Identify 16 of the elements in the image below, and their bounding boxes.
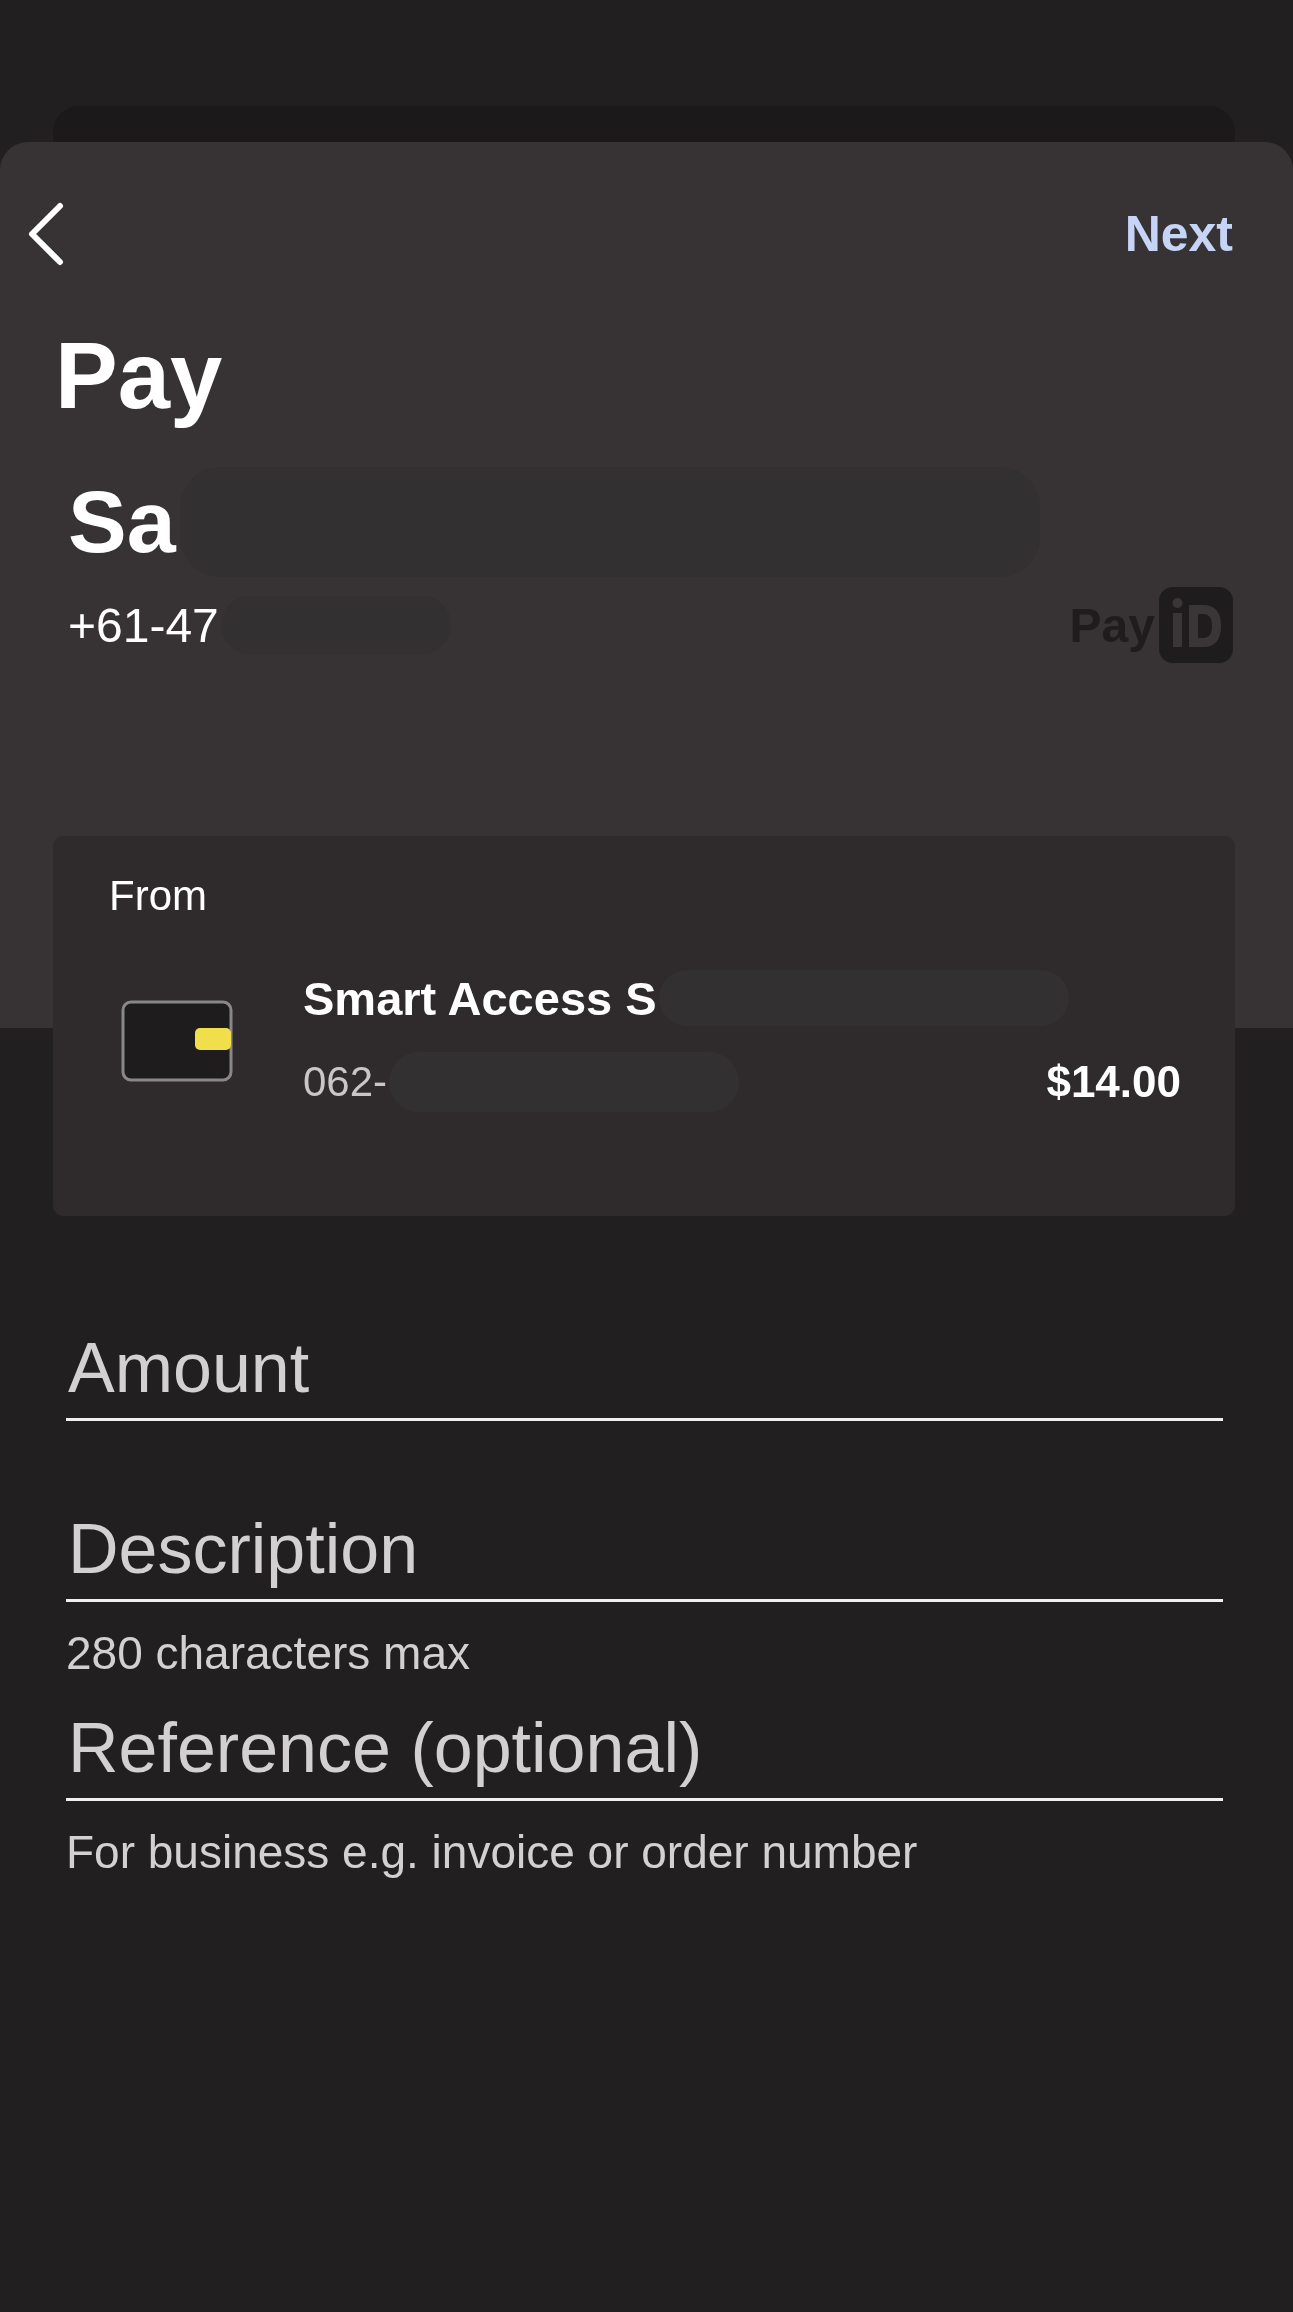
wallet-icon — [121, 1000, 233, 1082]
field-hint: For business e.g. invoice or order number — [66, 1825, 919, 1879]
text-field[interactable]: Amount — [66, 1328, 1223, 1421]
back-button[interactable] — [26, 202, 66, 266]
account-balance: $14.00 — [1046, 1057, 1181, 1107]
field-hint: 280 characters max — [66, 1626, 471, 1680]
account-name: Smart Access S — [303, 970, 657, 1026]
account-number: 062- — [303, 1058, 388, 1106]
payee-phone: +61-47 — [68, 597, 219, 653]
payee-name: Sa — [68, 471, 176, 574]
id-logo-icon — [1159, 587, 1233, 664]
text-field[interactable]: Reference (optional) — [66, 1708, 1223, 1801]
text-field[interactable]: Description — [66, 1509, 1223, 1602]
next-button[interactable]: Next — [1124, 205, 1233, 263]
page-title: Pay — [55, 324, 224, 428]
from-label: From — [109, 872, 208, 920]
